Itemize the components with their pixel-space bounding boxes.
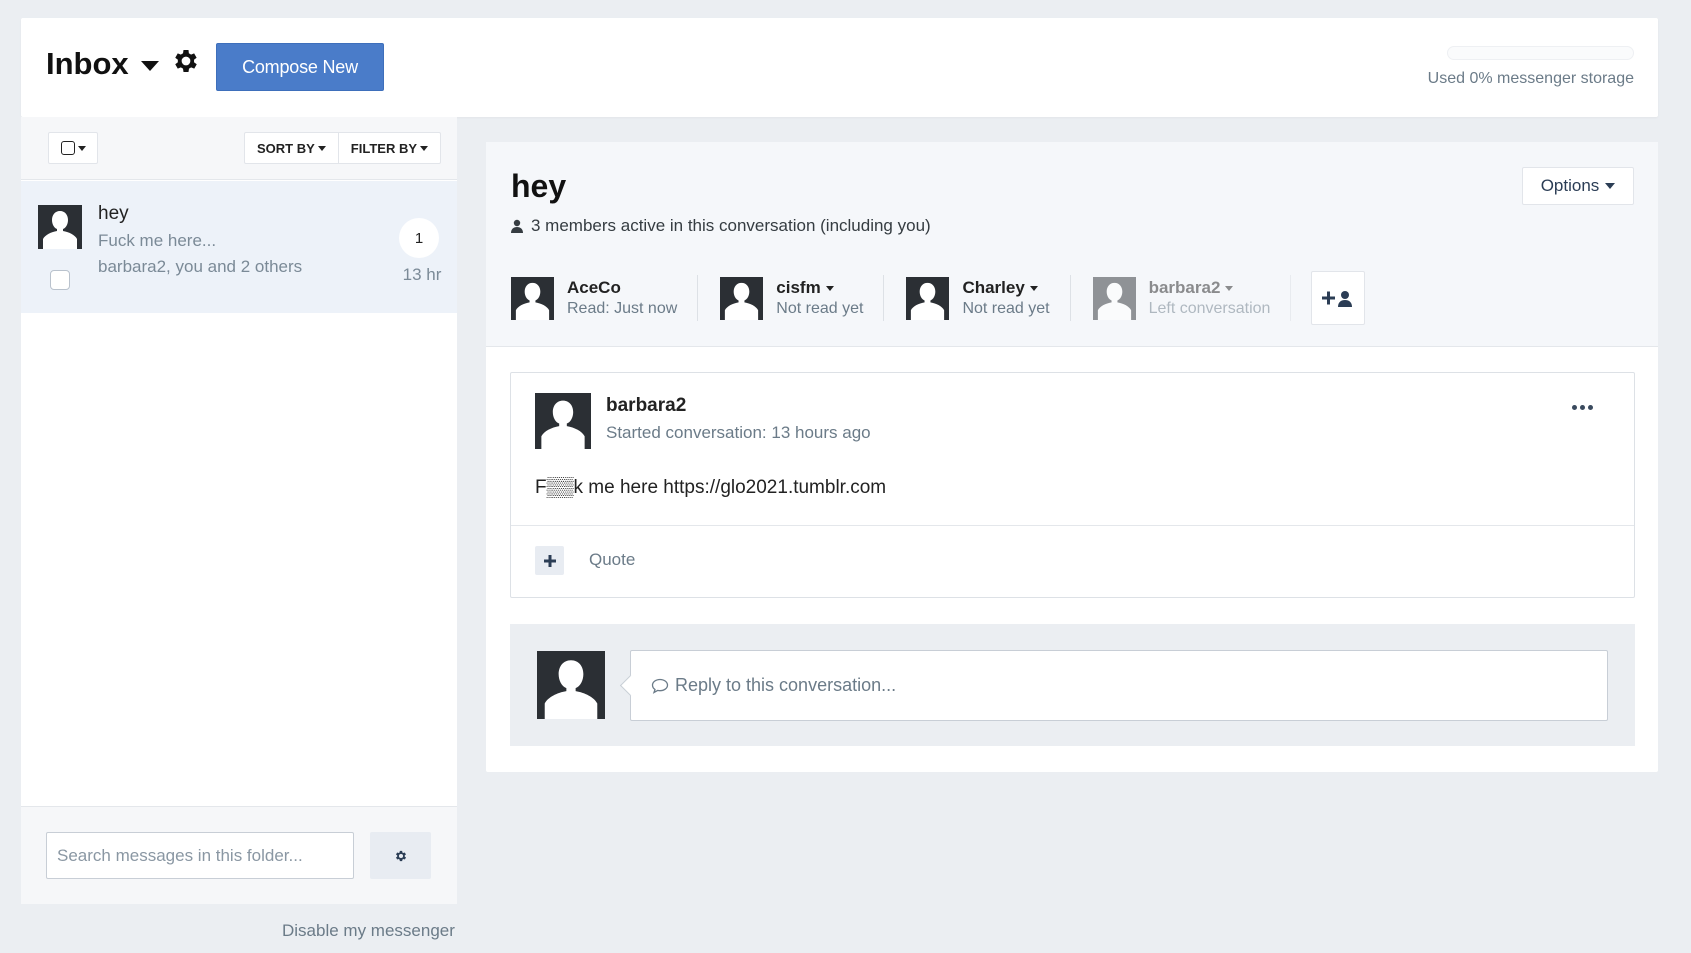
- search-messages-input[interactable]: [46, 832, 354, 879]
- caret-down-icon: [1605, 183, 1616, 189]
- filter-by-button[interactable]: FILTER BY: [337, 133, 440, 163]
- user-icon: [511, 219, 523, 233]
- compose-new-button[interactable]: Compose New: [216, 43, 384, 91]
- participant-list: AceCo Read: Just now cisfm Not read yet: [511, 270, 1366, 326]
- storage-text: Used 0% messenger storage: [1427, 70, 1634, 87]
- storage-progress-bar: [1447, 46, 1634, 60]
- sort-filter-group: SORT BY FILTER BY: [244, 132, 441, 164]
- conversation-snippet: Fuck me here...: [98, 231, 217, 250]
- avatar: [511, 276, 554, 320]
- message-meta: Started conversation: 13 hours ago: [606, 423, 871, 442]
- caret-down-icon: [77, 145, 86, 151]
- plus-icon: [543, 554, 556, 567]
- conversation-list-panel: SORT BY FILTER BY hey Fuck me here... ba…: [21, 117, 457, 904]
- list-toolbar: SORT BY FILTER BY: [21, 117, 457, 180]
- participant-aceco[interactable]: AceCo Read: Just now: [511, 275, 699, 321]
- participant-name: AceCo: [567, 278, 677, 298]
- avatar: [537, 651, 605, 719]
- caret-down-icon: [140, 61, 159, 71]
- sort-by-label: SORT BY: [257, 140, 315, 156]
- user-silhouette-icon: [544, 660, 598, 719]
- sort-by-button[interactable]: SORT BY: [245, 133, 338, 163]
- conversation-heading: hey: [511, 168, 567, 204]
- participant-status: Not read yet: [962, 300, 1050, 317]
- gear-icon: [395, 850, 406, 861]
- conversation-panel: hey 3 members active in this conversatio…: [486, 142, 1658, 772]
- participant-name-text: AceCo: [567, 278, 621, 297]
- select-all-button[interactable]: [48, 132, 98, 164]
- options-button[interactable]: Options: [1522, 167, 1634, 205]
- caret-down-icon: [825, 285, 834, 291]
- user-silhouette-icon: [1097, 282, 1131, 320]
- user-silhouette-icon: [725, 282, 759, 320]
- user-silhouette-icon: [515, 282, 550, 320]
- search-settings-button[interactable]: [370, 832, 431, 879]
- message-post: barbara2 Started conversation: 13 hours …: [510, 372, 1635, 598]
- more-options-icon[interactable]: [1572, 399, 1596, 415]
- caret-down-icon: [1029, 285, 1038, 291]
- participant-status: Read: Just now: [567, 300, 678, 317]
- conversation-time: 13 hr: [402, 265, 442, 284]
- conversation-checkbox[interactable]: [50, 270, 70, 290]
- caret-down-icon: [420, 145, 428, 151]
- reply-placeholder: Reply to this conversation...: [675, 675, 897, 695]
- message-author[interactable]: barbara2: [606, 395, 686, 417]
- conversation-title: hey: [98, 203, 129, 224]
- active-members-line: 3 members active in this conversation (i…: [511, 216, 931, 236]
- participant-name: barbara2: [1149, 278, 1271, 298]
- participant-name-text: barbara2: [1148, 278, 1221, 297]
- quote-button[interactable]: Quote: [589, 550, 635, 570]
- comment-icon: [651, 678, 669, 694]
- caret-down-icon: [317, 145, 326, 151]
- checkbox-icon: [60, 141, 75, 155]
- storage-meter: Used 0% messenger storage: [1384, 46, 1634, 88]
- avatar: [38, 205, 82, 249]
- avatar: [1092, 276, 1136, 320]
- participant-cisfm[interactable]: cisfm Not read yet: [720, 275, 885, 321]
- message-footer: Quote: [511, 525, 1634, 597]
- conversation-members: barbara2, you and 2 others: [98, 257, 303, 276]
- conversation-header: hey 3 members active in this conversatio…: [486, 142, 1658, 347]
- reply-input[interactable]: Reply to this conversation...: [630, 650, 1608, 721]
- multiquote-button[interactable]: [535, 546, 564, 575]
- messenger-header: Inbox Compose New Used 0% messenger stor…: [21, 18, 1658, 117]
- caret-down-icon: [1225, 285, 1234, 291]
- participant-status: Not read yet: [776, 300, 864, 317]
- active-members-text: 3 members active in this conversation (i…: [531, 216, 931, 235]
- reply-area: Reply to this conversation...: [510, 624, 1635, 746]
- conversation-list-item[interactable]: hey Fuck me here... barbara2, you and 2 …: [21, 181, 457, 313]
- gear-icon[interactable]: [171, 46, 201, 76]
- participant-charley[interactable]: Charley Not read yet: [906, 275, 1071, 321]
- participant-status: Left conversation: [1148, 300, 1271, 317]
- list-footer: [21, 806, 457, 904]
- filter-by-label: FILTER BY: [350, 140, 417, 156]
- participant-name-text: Charley: [962, 278, 1025, 297]
- participant-name: cisfm: [776, 278, 863, 298]
- participant-name: Charley: [962, 278, 1049, 298]
- avatar: [906, 276, 950, 320]
- user-silhouette-icon: [911, 282, 945, 320]
- participant-barbara2[interactable]: barbara2 Left conversation: [1092, 275, 1292, 321]
- reply-count-badge: 1: [399, 218, 439, 258]
- user-silhouette-icon: [43, 211, 77, 249]
- avatar: [535, 393, 591, 449]
- disable-messenger-link[interactable]: Disable my messenger: [282, 921, 455, 941]
- avatar: [720, 276, 764, 320]
- folder-title: Inbox: [46, 46, 129, 81]
- message-body: F▒▒k me here https://glo2021.tumblr.com: [535, 477, 887, 498]
- options-label: Options: [1540, 176, 1600, 195]
- user-silhouette-icon: [541, 400, 585, 449]
- participant-name-text: cisfm: [776, 278, 821, 297]
- add-user-icon: [1322, 291, 1353, 307]
- folder-switcher[interactable]: Inbox: [46, 46, 159, 82]
- add-participant-button[interactable]: [1311, 271, 1366, 325]
